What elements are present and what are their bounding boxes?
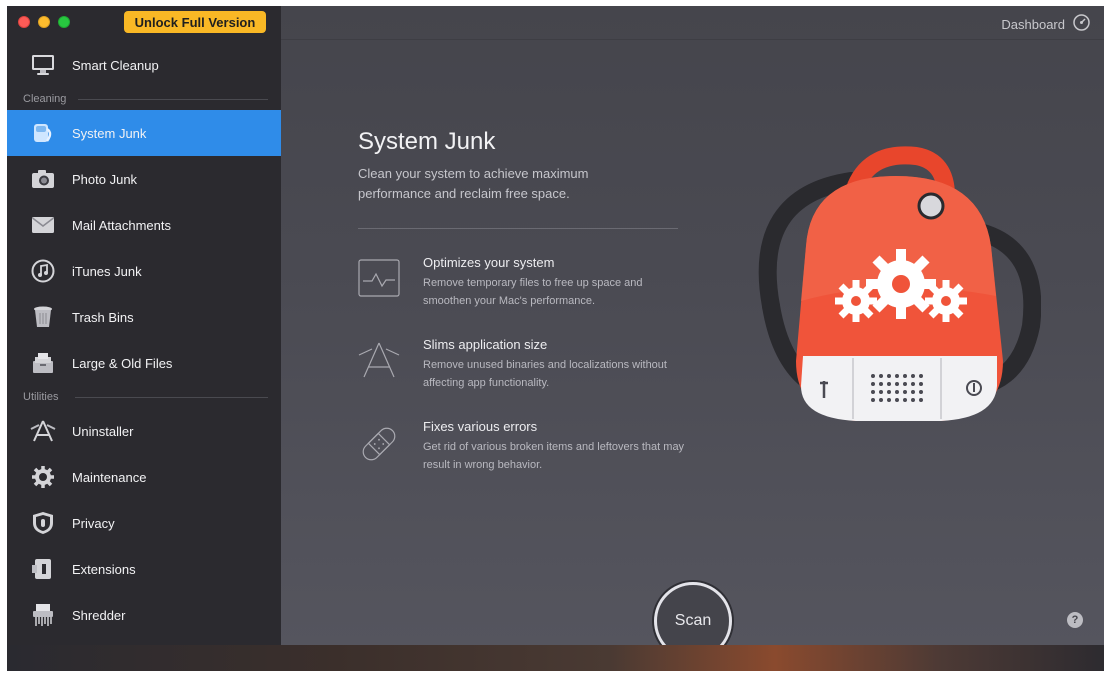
speedometer-icon (1073, 14, 1090, 34)
feature-slims-app-size: Slims application size Remove unused bin… (358, 337, 688, 397)
sidebar-item-label: Uninstaller (72, 423, 134, 439)
sidebar-item-label: Mail Attachments (72, 217, 171, 233)
desktop-background-strip (7, 645, 1104, 671)
page-subtitle: Clean your system to achieve maximum per… (358, 166, 589, 201)
sidebar: Unlock Full Version Smart Cleanup Cleani… (7, 6, 281, 645)
pulse-monitor-icon (358, 259, 400, 299)
disk-cleaner-icon (29, 119, 57, 147)
main-panel: Dashboard System Junk Clean your system … (281, 6, 1104, 660)
section-divider (75, 397, 268, 398)
vacuum-cleaner-illustration (741, 136, 1042, 436)
app-store-icon (358, 341, 400, 381)
section-label-utilities: Utilities (23, 391, 59, 403)
sidebar-item-label: Privacy (72, 515, 115, 531)
sidebar-item-photo-junk[interactable]: Photo Junk (7, 156, 281, 202)
shield-hand-icon (29, 509, 57, 537)
camera-icon (29, 165, 57, 193)
feature-description: Remove temporary files to free up space … (423, 277, 643, 307)
feature-description: Remove unused binaries and localizations… (423, 359, 667, 389)
sidebar-item-mail-attachments[interactable]: Mail Attachments (7, 202, 281, 248)
file-stack-icon (29, 349, 57, 377)
sidebar-item-label: iTunes Junk (72, 263, 142, 279)
app-wrench-icon (29, 417, 57, 445)
toolbar: Dashboard (281, 6, 1104, 40)
sidebar-item-label: Photo Junk (72, 171, 138, 187)
feature-fixes-errors: Fixes various errors Get rid of various … (358, 419, 688, 479)
gear-icon (29, 463, 57, 491)
page-title: System Junk (358, 128, 496, 155)
sidebar-item-smart-cleanup[interactable]: Smart Cleanup (7, 42, 281, 88)
feature-optimizes-system: Optimizes your system Remove temporary f… (358, 255, 688, 315)
sidebar-item-label: Smart Cleanup (72, 57, 159, 73)
feature-title: Optimizes your system (423, 255, 555, 270)
trash-icon (29, 303, 57, 331)
sidebar-item-label: System Junk (72, 125, 147, 141)
section-divider (78, 99, 268, 100)
content-divider (358, 228, 678, 229)
sidebar-item-label: Extensions (72, 561, 136, 577)
help-button[interactable]: ? (1067, 612, 1083, 628)
zoom-window-button[interactable] (58, 16, 70, 28)
monitor-icon (29, 51, 57, 79)
sidebar-item-label: Large & Old Files (72, 355, 173, 371)
sidebar-item-label: Maintenance (72, 469, 147, 485)
dashboard-button[interactable]: Dashboard (1001, 14, 1090, 34)
sidebar-item-privacy[interactable]: Privacy (7, 500, 281, 546)
feature-title: Fixes various errors (423, 419, 538, 434)
sidebar-item-maintenance[interactable]: Maintenance (7, 454, 281, 500)
sidebar-item-large-old-files[interactable]: Large & Old Files (7, 340, 281, 386)
bandage-icon (358, 423, 400, 463)
sidebar-item-trash-bins[interactable]: Trash Bins (7, 294, 281, 340)
minimize-window-button[interactable] (38, 16, 50, 28)
feature-title: Slims application size (423, 337, 548, 352)
window-controls (18, 16, 70, 28)
sidebar-item-uninstaller[interactable]: Uninstaller (7, 408, 281, 454)
extension-icon (29, 555, 57, 583)
music-note-icon (29, 257, 57, 285)
shredder-icon (29, 601, 57, 629)
sidebar-item-label: Trash Bins (72, 309, 134, 325)
sidebar-item-system-junk[interactable]: System Junk (7, 110, 281, 156)
section-label-cleaning: Cleaning (23, 93, 67, 105)
dashboard-label: Dashboard (1001, 16, 1065, 32)
sidebar-item-extensions[interactable]: Extensions (7, 546, 281, 592)
envelope-icon (29, 211, 57, 239)
close-window-button[interactable] (18, 16, 30, 28)
feature-description: Get rid of various broken items and left… (423, 441, 685, 471)
unlock-full-version-button[interactable]: Unlock Full Version (124, 11, 266, 33)
app-window: Unlock Full Version Smart Cleanup Cleani… (7, 6, 1104, 671)
sidebar-item-shredder[interactable]: Shredder (7, 592, 281, 638)
sidebar-item-itunes-junk[interactable]: iTunes Junk (7, 248, 281, 294)
sidebar-item-label: Shredder (72, 607, 126, 623)
